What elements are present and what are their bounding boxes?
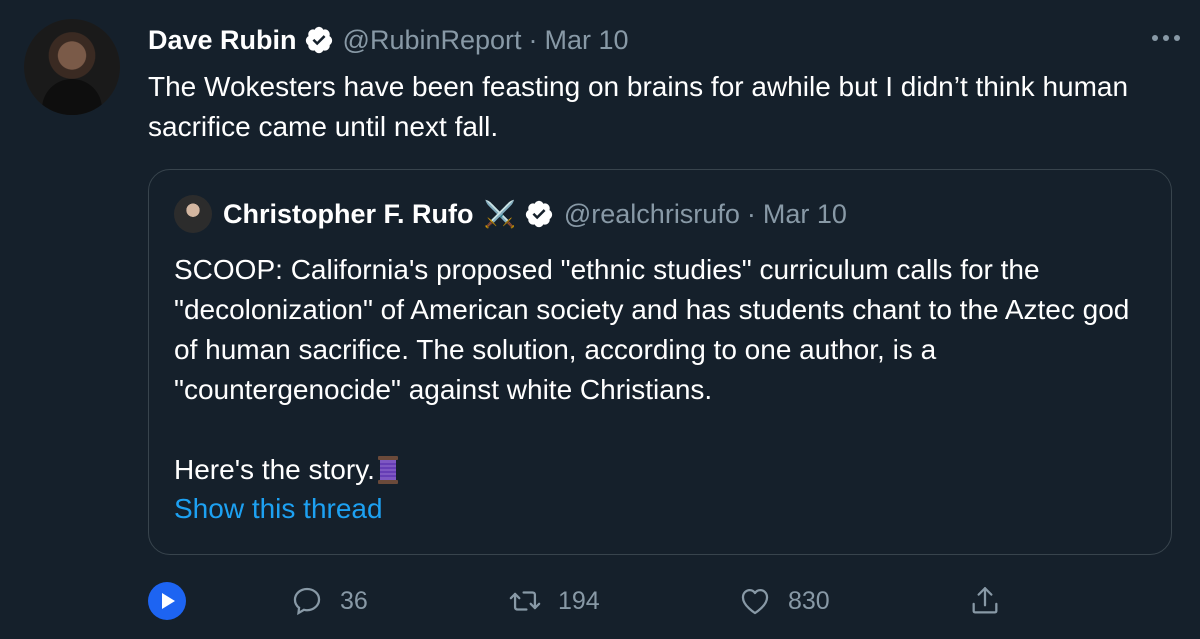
quoted-author-name: Christopher F. Rufo: [223, 198, 474, 229]
quoted-author-handle: @realchrisrufo: [563, 198, 740, 229]
spool-of-thread-emoji: [377, 456, 398, 484]
quoted-tweet-date: Mar 10: [762, 198, 847, 229]
more-horizontal-icon: [1152, 35, 1158, 41]
quoted-tweet-card[interactable]: Christopher F. Rufo ⚔️ @realchrisrufo · …: [148, 169, 1172, 555]
quoted-tweet-body: SCOOP: California's proposed "ethnic stu…: [174, 254, 1130, 485]
quoted-author-avatar: [174, 195, 212, 233]
retweet-count: 194: [558, 586, 600, 615]
author-avatar[interactable]: [24, 19, 120, 115]
tweet-header: Dave Rubin @RubinReport · Mar 10: [148, 22, 629, 58]
heart-icon: [741, 588, 769, 615]
crossed-swords-emoji: ⚔️: [483, 198, 516, 229]
like-button[interactable]: 830: [738, 581, 830, 621]
reply-button[interactable]: 36: [290, 581, 368, 621]
like-count: 830: [788, 586, 830, 615]
verified-badge-icon: [305, 26, 332, 54]
tweet-text: The Wokesters have been feasting on brai…: [148, 71, 1129, 142]
author-handle[interactable]: @RubinReport: [343, 25, 522, 56]
quoted-tweet-text: SCOOP: California's proposed "ethnic stu…: [174, 250, 1154, 490]
avatar-silhouette: [42, 79, 102, 115]
more-options-button[interactable]: [1152, 26, 1180, 50]
reply-icon: [293, 587, 321, 616]
play-button[interactable]: [148, 582, 186, 620]
show-thread-link[interactable]: Show this thread: [174, 493, 383, 525]
play-icon: [162, 593, 175, 609]
quoted-header-separator: ·: [746, 198, 756, 229]
tweet-date[interactable]: Mar 10: [545, 25, 629, 56]
author-name[interactable]: Dave Rubin: [148, 25, 297, 56]
retweet-icon: [509, 591, 541, 611]
retweet-button[interactable]: 194: [508, 581, 600, 621]
reply-count: 36: [340, 586, 368, 615]
header-separator: ·: [528, 24, 538, 55]
verified-badge-icon: [525, 200, 552, 228]
share-icon: [972, 587, 998, 614]
share-button[interactable]: [968, 581, 1002, 621]
quoted-tweet-header: Christopher F. Rufo ⚔️ @realchrisrufo · …: [174, 195, 847, 233]
tweet-actions-bar: 36 194 830: [148, 581, 1172, 621]
